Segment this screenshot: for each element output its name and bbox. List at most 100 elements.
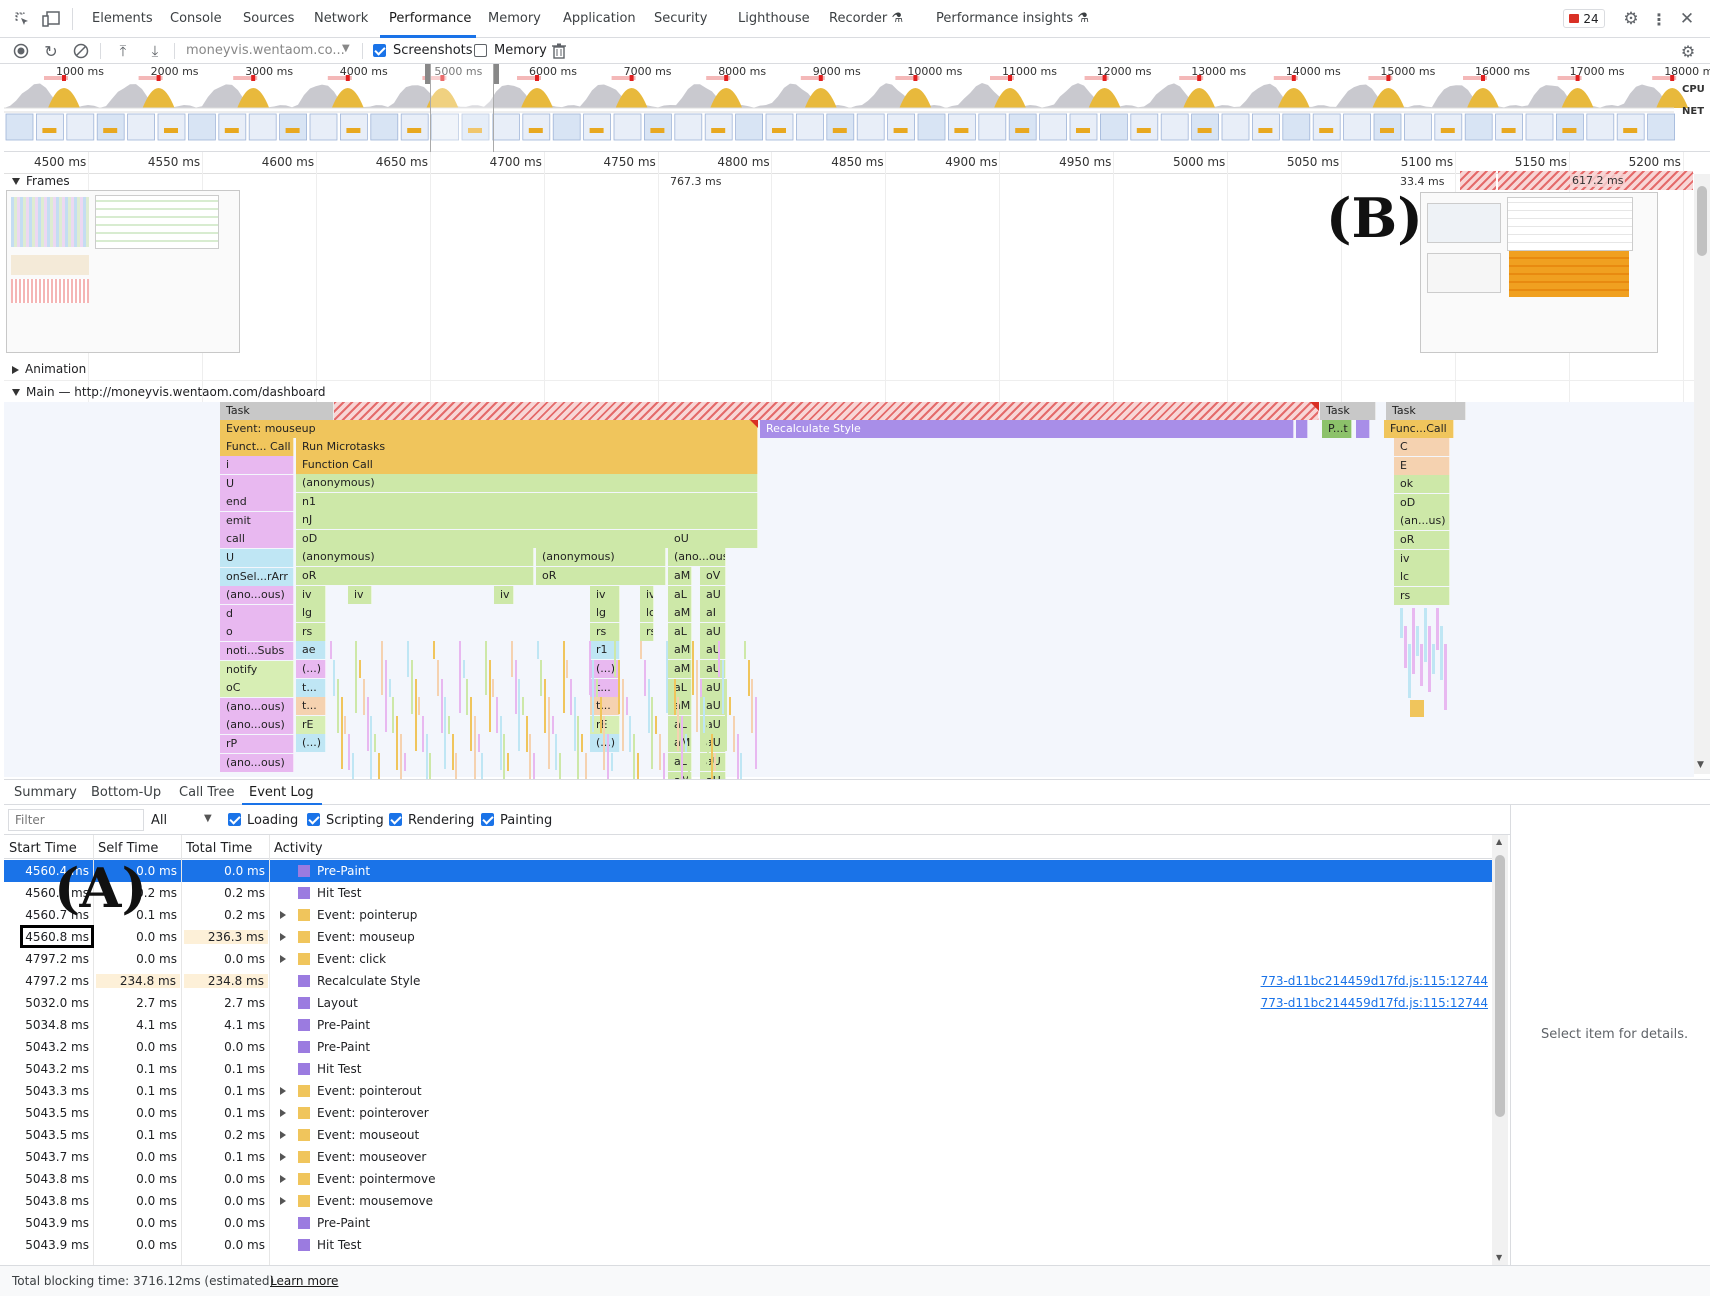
flame-frame[interactable]: oU (668, 529, 758, 548)
flame-frame[interactable]: iv (296, 585, 326, 604)
tab-elements[interactable]: Elements (92, 11, 153, 26)
tab-network[interactable]: Network (314, 11, 368, 26)
screenshots-checkbox[interactable] (373, 44, 386, 57)
flame-chart-scrollbar[interactable]: ▼ (1694, 174, 1710, 774)
flame-frame[interactable]: (ano...ous) (220, 697, 294, 716)
flame-sliver[interactable] (348, 734, 350, 771)
flame-sliver[interactable] (640, 641, 642, 660)
table-row[interactable]: 4797.2 ms 234.8 ms 234.8 ms Recalculate Sty… (4, 970, 1492, 992)
table-row[interactable]: 5043.8 ms 0.0 ms 0.0 ms Event: pointermove (4, 1168, 1492, 1190)
flame-sliver[interactable] (622, 678, 624, 751)
flame-sliver[interactable] (463, 660, 465, 678)
more-options-icon[interactable]: ⋮ (1651, 8, 1667, 30)
flame-sliver[interactable] (437, 660, 439, 696)
table-row[interactable]: 5043.8 ms 0.0 ms 0.0 ms Event: mousemove (4, 1190, 1492, 1212)
memory-checkbox[interactable] (474, 44, 487, 57)
table-row[interactable]: 4560.7 ms 0.1 ms 0.2 ms Event: pointerup (4, 904, 1492, 926)
frame-screenshot-thumbnail[interactable] (6, 190, 240, 353)
flame-sliver[interactable] (718, 641, 720, 678)
flame-sliver[interactable] (511, 641, 513, 678)
flame-sliver[interactable] (1412, 608, 1415, 674)
flame-small-block[interactable] (1356, 420, 1370, 438)
flame-frame[interactable]: t... (296, 697, 326, 716)
table-row[interactable]: 5043.5 ms 0.1 ms 0.2 ms Event: mouseout (4, 1124, 1492, 1146)
column-header-self-time[interactable]: Self Time (98, 841, 158, 856)
flame-sliver[interactable] (385, 660, 387, 732)
flame-sliver[interactable] (592, 660, 594, 732)
flame-sliver[interactable] (618, 660, 620, 714)
scroll-down-arrow-icon[interactable]: ▼ (1496, 1253, 1502, 1262)
flame-sliver[interactable] (748, 660, 750, 696)
flame-frame[interactable]: call (220, 530, 294, 549)
flame-sliver[interactable] (381, 641, 383, 696)
loading-checkbox[interactable] (228, 813, 241, 826)
table-scrollbar[interactable]: ▲ ▼ (1492, 835, 1508, 1265)
flame-frame[interactable]: (an...us) (1394, 512, 1450, 531)
flame-frame[interactable]: aL (668, 622, 692, 641)
flame-frame[interactable]: rE (296, 715, 326, 734)
flame-frame[interactable]: i (220, 456, 294, 474)
flame-sliver[interactable] (496, 697, 498, 734)
flame-sliver[interactable] (337, 678, 339, 733)
timeline-overview[interactable]: 1000 ms 2000 ms 3000 ms 4000 ms 5000 ms 6000 … (4, 64, 1710, 152)
flame-sliver[interactable] (537, 641, 539, 660)
clear-icon[interactable] (72, 42, 90, 60)
flame-frame[interactable]: aU (700, 585, 726, 604)
flame-task[interactable]: Task (1320, 402, 1376, 420)
table-row[interactable]: 4560.4 ms 0.0 ms 0.0 ms Pre-Paint (4, 860, 1492, 882)
flame-frame[interactable]: (...) (590, 734, 620, 753)
flame-frame[interactable]: iv (1394, 549, 1450, 568)
flame-frame[interactable]: (anonymous) (296, 474, 758, 492)
flame-sliver[interactable] (611, 753, 613, 771)
flame-sliver[interactable] (674, 678, 676, 715)
close-icon[interactable]: ✕ (1676, 8, 1698, 30)
flame-frame[interactable]: rs (590, 622, 620, 641)
flame-frame[interactable]: E (1394, 456, 1450, 475)
flame-frame[interactable]: noti...Subs (220, 642, 294, 660)
flame-sliver[interactable] (570, 678, 572, 715)
flame-sliver[interactable] (685, 734, 687, 753)
flame-sliver[interactable] (341, 697, 343, 770)
expand-arrow-icon[interactable] (280, 1197, 286, 1205)
flame-frame[interactable]: C (1394, 438, 1450, 456)
flame-sliver[interactable] (548, 697, 550, 770)
flame-frame[interactable]: oC (220, 679, 294, 698)
tab-security[interactable]: Security (654, 11, 707, 26)
flame-frame[interactable]: rP (220, 735, 294, 753)
flame-sliver[interactable] (1436, 608, 1439, 650)
flame-frame[interactable]: aM (668, 604, 692, 623)
expand-arrow-icon[interactable] (280, 955, 286, 963)
flame-frame[interactable]: nJ (296, 511, 758, 530)
flame-frame[interactable]: ok (1394, 475, 1450, 494)
table-row[interactable]: 4560.8 ms 0.0 ms 236.3 ms Event: mouseup (4, 926, 1492, 948)
flame-run-microtasks[interactable]: Run Microtasks (296, 438, 758, 456)
expand-arrow-icon[interactable] (280, 1109, 286, 1117)
flame-sliver[interactable] (522, 697, 524, 716)
flame-frame[interactable]: (ano...ous) (220, 716, 294, 735)
flame-task-long-portion[interactable] (334, 402, 1319, 420)
scripting-checkbox[interactable] (307, 813, 320, 826)
flame-sliver[interactable] (707, 715, 709, 770)
flame-frame[interactable]: (...) (296, 734, 326, 753)
table-row[interactable]: 5043.9 ms 0.0 ms 0.0 ms Hit Test (4, 1234, 1492, 1256)
flame-sliver[interactable] (415, 678, 417, 751)
flame-sliver[interactable] (1444, 644, 1447, 710)
flame-sliver[interactable] (555, 734, 557, 771)
flame-frame[interactable]: rs (296, 622, 326, 641)
flame-sliver[interactable] (1440, 626, 1443, 680)
flame-frame[interactable]: onSel...rArr (220, 567, 294, 586)
frames-track-header[interactable]: Frames (12, 174, 70, 188)
flame-sliver[interactable] (422, 715, 424, 752)
record-icon[interactable] (12, 42, 30, 60)
expand-arrow-icon[interactable] (280, 1175, 286, 1183)
flame-sliver[interactable] (448, 715, 450, 734)
table-row[interactable]: 5043.5 ms 0.0 ms 0.1 ms Event: pointerover (4, 1102, 1492, 1124)
overview-selection-window[interactable] (430, 64, 494, 152)
flame-sliver[interactable] (733, 715, 735, 752)
flame-frame[interactable]: aU (700, 734, 726, 753)
flame-frame[interactable]: aU (700, 753, 726, 771)
flame-sliver[interactable] (374, 734, 376, 753)
flame-sliver[interactable] (1424, 608, 1427, 662)
flame-function-call[interactable]: Function Call (296, 456, 758, 474)
flame-sliver[interactable] (396, 715, 398, 770)
